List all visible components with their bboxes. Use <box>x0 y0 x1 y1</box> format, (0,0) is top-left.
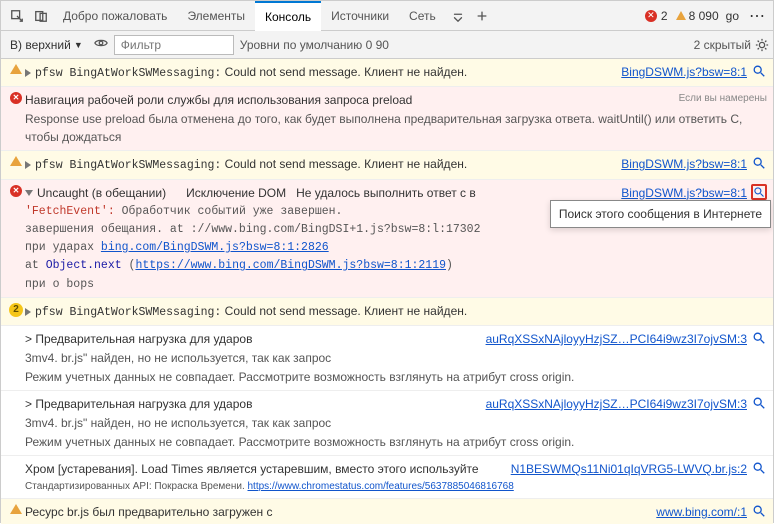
search-message-icon[interactable] <box>751 330 767 346</box>
gutter: ✕ <box>7 91 25 146</box>
gutter: ✕ <box>7 184 25 293</box>
message-sub: Response use preload была отменена до то… <box>25 110 767 146</box>
gutter <box>7 155 25 174</box>
console-message: > Предварительная нагрузка для ударов auR… <box>1 326 773 391</box>
filter-input[interactable] <box>114 35 234 55</box>
source-link[interactable]: auRqXSSxNAjloyyHzjSZ…PCI64i9wz3I7ojvSM:3 <box>486 395 747 413</box>
context-selector[interactable]: B) верхний ▼ <box>5 37 88 53</box>
chevron-down-icon: ▼ <box>74 40 83 50</box>
error-icon: ✕ <box>10 92 22 104</box>
message-sub: 3mv4. br.js" найден, но не используется,… <box>25 414 767 432</box>
message-sub: Режим учетных данных не совпадает. Рассм… <box>25 433 767 451</box>
gutter: 2 <box>7 302 25 321</box>
inspect-icon[interactable] <box>5 4 29 28</box>
tab-elements[interactable]: Элементы <box>177 1 255 31</box>
settings-icon[interactable]: ⋯ <box>745 4 769 28</box>
note: Если вы намерены <box>679 91 767 109</box>
error-count-badge[interactable]: ✕ 2 <box>645 9 668 23</box>
gutter <box>7 63 25 82</box>
search-message-icon[interactable] <box>751 503 767 519</box>
gutter <box>7 503 25 524</box>
stack-line: при o bops <box>25 276 767 293</box>
message-text: Навигация рабочей роли службы для исполь… <box>25 91 671 109</box>
tab-network[interactable]: Сеть <box>399 1 446 31</box>
warning-icon <box>10 156 22 166</box>
console-message: > Предварительная нагрузка для ударов auR… <box>1 391 773 456</box>
tab-console[interactable]: Консоль <box>255 1 321 31</box>
hidden-label: 2 скрытый <box>694 38 751 52</box>
stack-line: при ударах bing.com/BingDSWM.js?bsw=8:1:… <box>25 239 767 256</box>
console-message: pfsw BingAtWorkSWMessaging: Could not se… <box>1 59 773 87</box>
source-link[interactable]: auRqXSSxNAjloyyHzjSZ…PCI64i9wz3I7ojvSM:3 <box>486 330 747 348</box>
message-text: pfsw BingAtWorkSWMessaging: Could not se… <box>25 155 613 174</box>
repeat-badge: 2 <box>9 303 23 317</box>
console-message: Ресурс br.js был предварительно загружен… <box>1 499 773 524</box>
message-sub: Стандартизированных API: Покраска Времен… <box>25 479 767 494</box>
search-message-icon[interactable] <box>751 63 767 79</box>
error-icon: ✕ <box>10 185 22 197</box>
expand-toggle[interactable] <box>25 190 33 196</box>
sub-link[interactable]: https://www.chromestatus.com/features/56… <box>248 481 514 492</box>
search-tooltip: Поиск этого сообщения в Интернете <box>550 200 771 228</box>
warning-icon <box>10 504 22 514</box>
hidden-count[interactable]: 2 скрытый <box>694 38 769 52</box>
console-filterbar: B) верхний ▼ Уровни по умолчанию 0 90 2 … <box>1 31 773 59</box>
console-messages: pfsw BingAtWorkSWMessaging: Could not se… <box>1 59 773 524</box>
devtools-toolbar: Добро пожаловать Элементы Консоль Источн… <box>1 1 773 31</box>
message-sub: Режим учетных данных не совпадает. Рассм… <box>25 368 767 386</box>
add-tab-icon[interactable] <box>470 4 494 28</box>
device-icon[interactable] <box>29 4 53 28</box>
message-sub: 3mv4. br.js" найден, но не используется,… <box>25 349 767 367</box>
gear-icon[interactable] <box>755 38 769 52</box>
stack-link[interactable]: bing.com/BingDSWM.js?bsw=8:1:2826 <box>101 241 329 254</box>
expand-toggle[interactable] <box>25 69 31 77</box>
source-link[interactable]: BingDSWM.js?bsw=8:1 <box>621 155 747 174</box>
console-message: pfsw BingAtWorkSWMessaging: Could not se… <box>1 151 773 179</box>
gutter <box>7 395 25 451</box>
gutter <box>7 460 25 494</box>
warning-icon <box>676 11 686 20</box>
search-message-icon[interactable] <box>751 184 767 200</box>
warning-icon <box>10 64 22 74</box>
message-text: pfsw BingAtWorkSWMessaging: Could not se… <box>25 302 767 321</box>
message-text: > Предварительная нагрузка для ударов <box>25 330 478 348</box>
source-link[interactable]: N1BESWMQs11Ni01qIqVRG5-LWVQ.br.js:2 <box>511 460 747 478</box>
message-text: Ресурс br.js был предварительно загружен… <box>25 503 648 521</box>
message-text: pfsw BingAtWorkSWMessaging: Could not se… <box>25 63 613 82</box>
gutter <box>7 330 25 386</box>
source-link[interactable]: www.bing.com/:1 <box>656 503 747 521</box>
stack-line: at Object.next (https://www.bing.com/Bin… <box>25 257 767 274</box>
error-icon: ✕ <box>645 10 657 22</box>
search-message-icon[interactable] <box>751 395 767 411</box>
context-label: B) верхний <box>10 38 71 52</box>
source-link[interactable]: BingDSWM.js?bsw=8:1 <box>621 63 747 82</box>
message-text: > Предварительная нагрузка для ударов <box>25 395 478 413</box>
go-text: go <box>726 9 739 23</box>
expand-toggle[interactable] <box>25 308 31 316</box>
tab-sources[interactable]: Источники <box>321 1 399 31</box>
console-message: 2pfsw BingAtWorkSWMessaging: Could not s… <box>1 298 773 326</box>
more-tabs-icon[interactable] <box>446 4 470 28</box>
search-message-icon[interactable] <box>751 155 767 171</box>
tab-welcome[interactable]: Добро пожаловать <box>53 1 177 31</box>
search-message-icon[interactable] <box>751 460 767 476</box>
console-message: ✕Uncaught (в обещании) Исключение DOM Не… <box>1 180 773 298</box>
eye-icon[interactable] <box>94 36 108 53</box>
warning-count: 8 090 <box>689 9 719 23</box>
console-message: ✕Навигация рабочей роли службы для испол… <box>1 87 773 151</box>
log-levels-selector[interactable]: Уровни по умолчанию 0 90 <box>240 38 389 52</box>
console-message: Хром [устаревания]. Load Times является … <box>1 456 773 499</box>
warning-count-badge[interactable]: 8 090 go <box>676 9 739 23</box>
expand-toggle[interactable] <box>25 161 31 169</box>
error-count: 2 <box>661 9 668 23</box>
message-text: Uncaught (в обещании) Исключение DOM Не … <box>25 184 613 202</box>
message-text: Хром [устаревания]. Load Times является … <box>25 460 503 478</box>
stack-link[interactable]: https://www.bing.com/BingDSWM.js?bsw=8:1… <box>135 259 446 272</box>
